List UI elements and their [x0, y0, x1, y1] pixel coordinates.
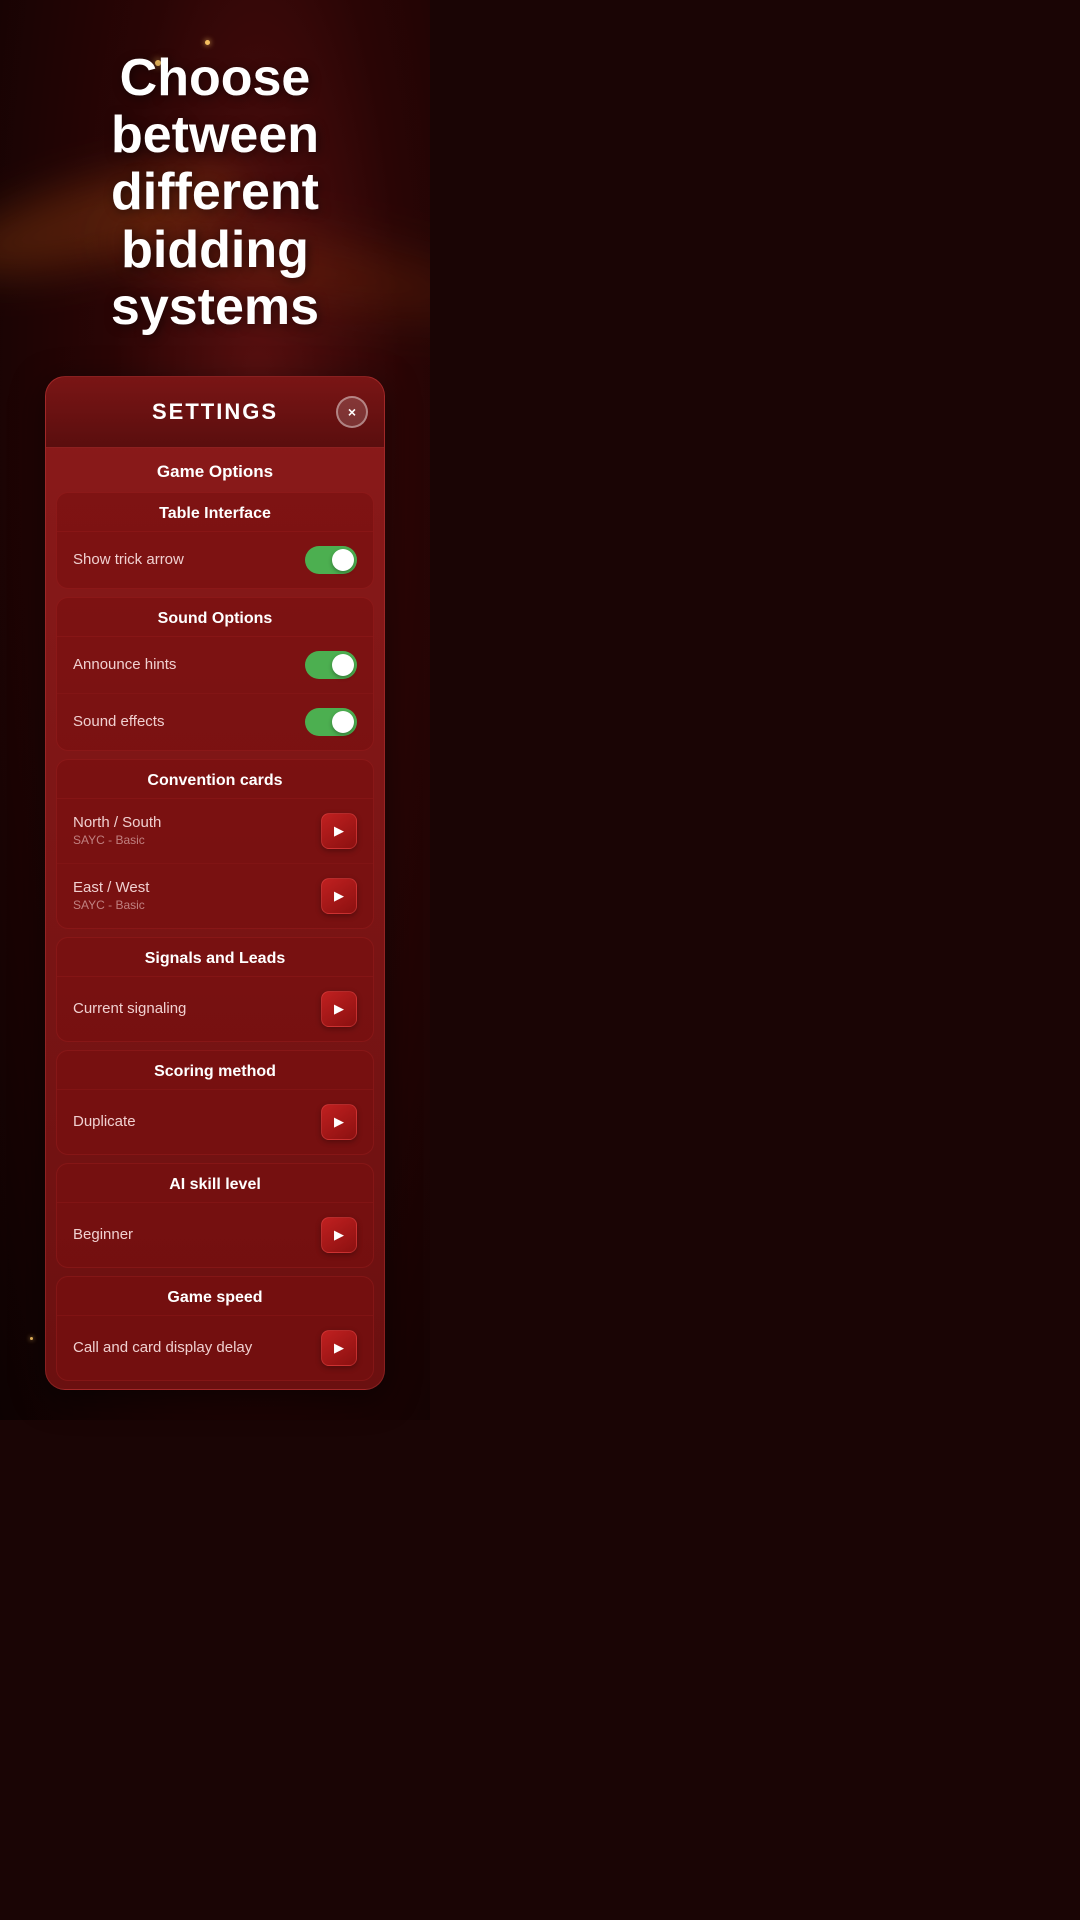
duplicate-row: Duplicate: [57, 1090, 373, 1154]
ai-skill-card: AI skill level Beginner: [56, 1163, 374, 1268]
announce-hints-toggle[interactable]: [305, 651, 357, 679]
beginner-label: Beginner: [73, 1226, 133, 1243]
east-west-sublabel: SAYC - Basic: [73, 898, 149, 912]
sound-effects-label: Sound effects: [73, 713, 164, 730]
table-interface-card: Table Interface Show trick arrow: [56, 492, 374, 589]
sound-options-card: Sound Options Announce hints Sound effec…: [56, 597, 374, 751]
east-west-label: East / West: [73, 879, 149, 896]
show-trick-arrow-toggle[interactable]: [305, 546, 357, 574]
game-options-label: Game Options: [46, 448, 384, 492]
sound-options-title: Sound Options: [57, 598, 373, 637]
north-south-arrow-button[interactable]: [321, 813, 357, 849]
current-signaling-label: Current signaling: [73, 1000, 186, 1017]
beginner-row: Beginner: [57, 1203, 373, 1267]
north-south-label: North / South: [73, 814, 161, 831]
current-signaling-row: Current signaling: [57, 977, 373, 1041]
signals-leads-card: Signals and Leads Current signaling: [56, 937, 374, 1042]
call-card-delay-label: Call and card display delay: [73, 1339, 252, 1356]
north-south-sublabel: SAYC - Basic: [73, 833, 161, 847]
announce-hints-label: Announce hints: [73, 656, 176, 673]
sound-effects-row: Sound effects: [57, 694, 373, 750]
signals-leads-title: Signals and Leads: [57, 938, 373, 977]
sound-effects-toggle[interactable]: [305, 708, 357, 736]
call-card-delay-row: Call and card display delay: [57, 1316, 373, 1380]
announce-hints-row: Announce hints: [57, 637, 373, 694]
ai-skill-arrow-button[interactable]: [321, 1217, 357, 1253]
current-signaling-arrow-button[interactable]: [321, 991, 357, 1027]
duplicate-label: Duplicate: [73, 1113, 136, 1130]
show-trick-arrow-row: Show trick arrow: [57, 532, 373, 588]
ai-skill-title: AI skill level: [57, 1164, 373, 1203]
game-speed-card: Game speed Call and card display delay: [56, 1276, 374, 1381]
scoring-method-card: Scoring method Duplicate: [56, 1050, 374, 1155]
convention-cards-title: Convention cards: [57, 760, 373, 799]
east-west-row: East / West SAYC - Basic: [57, 864, 373, 928]
settings-title: SETTINGS: [152, 399, 278, 425]
close-button[interactable]: ×: [336, 396, 368, 428]
convention-cards-card: Convention cards North / South SAYC - Ba…: [56, 759, 374, 929]
north-south-row: North / South SAYC - Basic: [57, 799, 373, 864]
scoring-method-arrow-button[interactable]: [321, 1104, 357, 1140]
game-speed-arrow-button[interactable]: [321, 1330, 357, 1366]
settings-panel: SETTINGS × Game Options Table Interface …: [45, 376, 385, 1390]
hero-title: Choose between different bidding systems: [0, 0, 430, 376]
game-speed-title: Game speed: [57, 1277, 373, 1316]
settings-header: SETTINGS ×: [46, 377, 384, 448]
table-interface-title: Table Interface: [57, 493, 373, 532]
east-west-arrow-button[interactable]: [321, 878, 357, 914]
scoring-method-title: Scoring method: [57, 1051, 373, 1090]
show-trick-arrow-label: Show trick arrow: [73, 551, 184, 568]
